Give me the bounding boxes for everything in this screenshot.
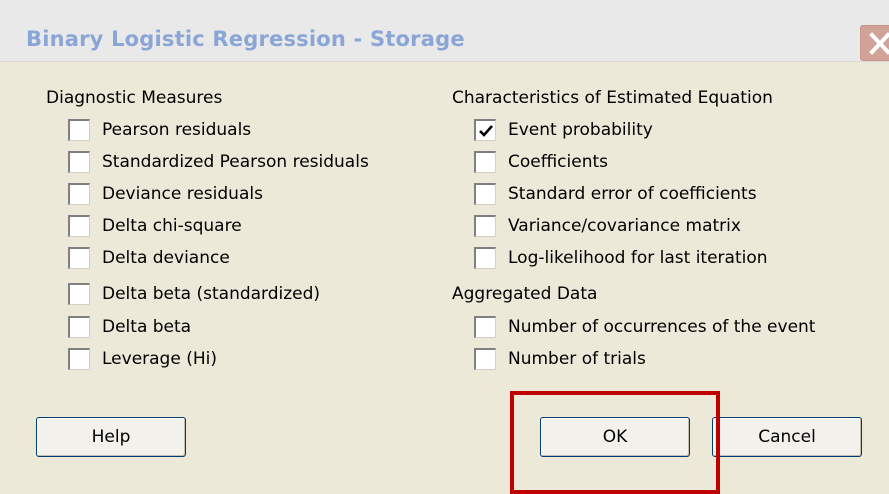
ok-button[interactable]: OK [540,417,690,457]
dialog-body: Diagnostic Measures Pearson residuals St… [0,62,889,494]
checkbox-pearson-residuals[interactable]: Pearson residuals [68,116,251,144]
checkbox-box[interactable] [68,316,90,338]
checkbox-label: Number of occurrences of the event [508,317,816,337]
characteristics-heading: Characteristics of Estimated Equation [452,88,773,108]
checkbox-label: Standard error of coefficients [508,184,757,204]
checkbox-box[interactable] [68,283,90,305]
aggregated-data-heading: Aggregated Data [452,284,598,304]
window-title: Binary Logistic Regression - Storage [26,27,465,51]
help-button[interactable]: Help [36,417,186,457]
checkbox-label: Coefficients [508,152,608,172]
checkbox-label: Delta beta (standardized) [102,284,321,304]
checkmark-icon [479,125,493,137]
checkbox-number-of-occurrences[interactable]: Number of occurrences of the event [474,313,815,341]
checkbox-label: Delta beta [102,317,192,337]
checkbox-delta-beta-standardized[interactable]: Delta beta (standardized) [68,280,320,308]
checkbox-box[interactable] [474,119,496,141]
checkbox-log-likelihood[interactable]: Log-likelihood for last iteration [474,244,768,272]
checkbox-label: Standardized Pearson residuals [102,152,369,172]
checkbox-box[interactable] [68,151,90,173]
checkbox-label: Event probability [508,120,653,140]
close-icon [869,32,889,55]
checkbox-label: Log-likelihood for last iteration [508,248,768,268]
checkbox-label: Variance/covariance matrix [508,216,741,236]
checkbox-box[interactable] [474,215,496,237]
checkbox-label: Delta deviance [102,248,230,268]
checkbox-box[interactable] [68,183,90,205]
checkbox-box[interactable] [68,348,90,370]
title-bar: Binary Logistic Regression - Storage [0,0,889,62]
checkbox-delta-deviance[interactable]: Delta deviance [68,244,230,272]
cancel-button[interactable]: Cancel [712,417,862,457]
checkbox-box[interactable] [68,247,90,269]
checkbox-event-probability[interactable]: Event probability [474,116,653,144]
checkbox-box[interactable] [474,151,496,173]
checkbox-box[interactable] [474,247,496,269]
checkbox-leverage[interactable]: Leverage (Hi) [68,345,217,373]
checkbox-variance-covariance[interactable]: Variance/covariance matrix [474,212,741,240]
diagnostic-measures-heading: Diagnostic Measures [46,88,223,108]
checkbox-label: Delta chi-square [102,216,242,236]
checkbox-label: Number of trials [508,349,646,369]
checkbox-number-of-trials[interactable]: Number of trials [474,345,646,373]
checkbox-box[interactable] [68,119,90,141]
checkbox-label: Pearson residuals [102,120,252,140]
close-button[interactable] [860,25,889,61]
checkbox-label: Leverage (Hi) [102,349,217,369]
checkbox-standard-error[interactable]: Standard error of coefficients [474,180,757,208]
checkbox-coefficients[interactable]: Coefficients [474,148,608,176]
checkbox-box[interactable] [68,215,90,237]
checkbox-delta-beta[interactable]: Delta beta [68,313,191,341]
checkbox-box[interactable] [474,316,496,338]
checkbox-standardized-pearson-residuals[interactable]: Standardized Pearson residuals [68,148,369,176]
checkbox-box[interactable] [474,348,496,370]
checkbox-label: Deviance residuals [102,184,263,204]
checkbox-delta-chi-square[interactable]: Delta chi-square [68,212,242,240]
checkbox-deviance-residuals[interactable]: Deviance residuals [68,180,263,208]
checkbox-box[interactable] [474,183,496,205]
